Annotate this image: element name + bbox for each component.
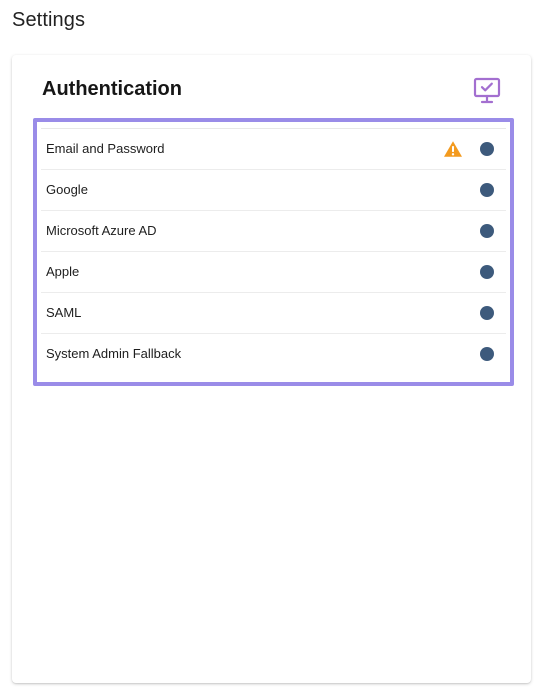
authentication-card: Authentication Email and Password Google	[12, 55, 531, 683]
auth-method-label: Apple	[46, 264, 80, 279]
auth-method-saml[interactable]: SAML	[41, 293, 506, 334]
auth-method-label: Email and Password	[46, 141, 165, 156]
page-title: Settings	[12, 9, 86, 31]
status-dot-icon	[480, 142, 494, 156]
auth-method-label: SAML	[46, 305, 82, 320]
status-dot-icon	[480, 265, 494, 279]
authentication-methods-list: Email and Password Google Microsoft Azur…	[33, 118, 514, 386]
auth-method-google[interactable]: Google	[41, 170, 506, 211]
monitor-check-icon[interactable]	[472, 76, 502, 106]
auth-method-email-password[interactable]: Email and Password	[41, 129, 506, 170]
auth-method-microsoft-azure-ad[interactable]: Microsoft Azure AD	[41, 211, 506, 252]
auth-method-label: Google	[46, 182, 88, 197]
authentication-title: Authentication	[42, 78, 182, 100]
status-dot-icon	[480, 224, 494, 238]
auth-method-system-admin-fallback[interactable]: System Admin Fallback	[41, 334, 506, 374]
status-dot-icon	[480, 306, 494, 320]
auth-method-label: Microsoft Azure AD	[46, 223, 157, 238]
warning-icon	[444, 141, 462, 157]
status-dot-icon	[480, 347, 494, 361]
status-dot-icon	[480, 183, 494, 197]
auth-method-apple[interactable]: Apple	[41, 252, 506, 293]
auth-method-label: System Admin Fallback	[46, 346, 182, 361]
authentication-methods-rows: Email and Password Google Microsoft Azur…	[41, 128, 506, 374]
